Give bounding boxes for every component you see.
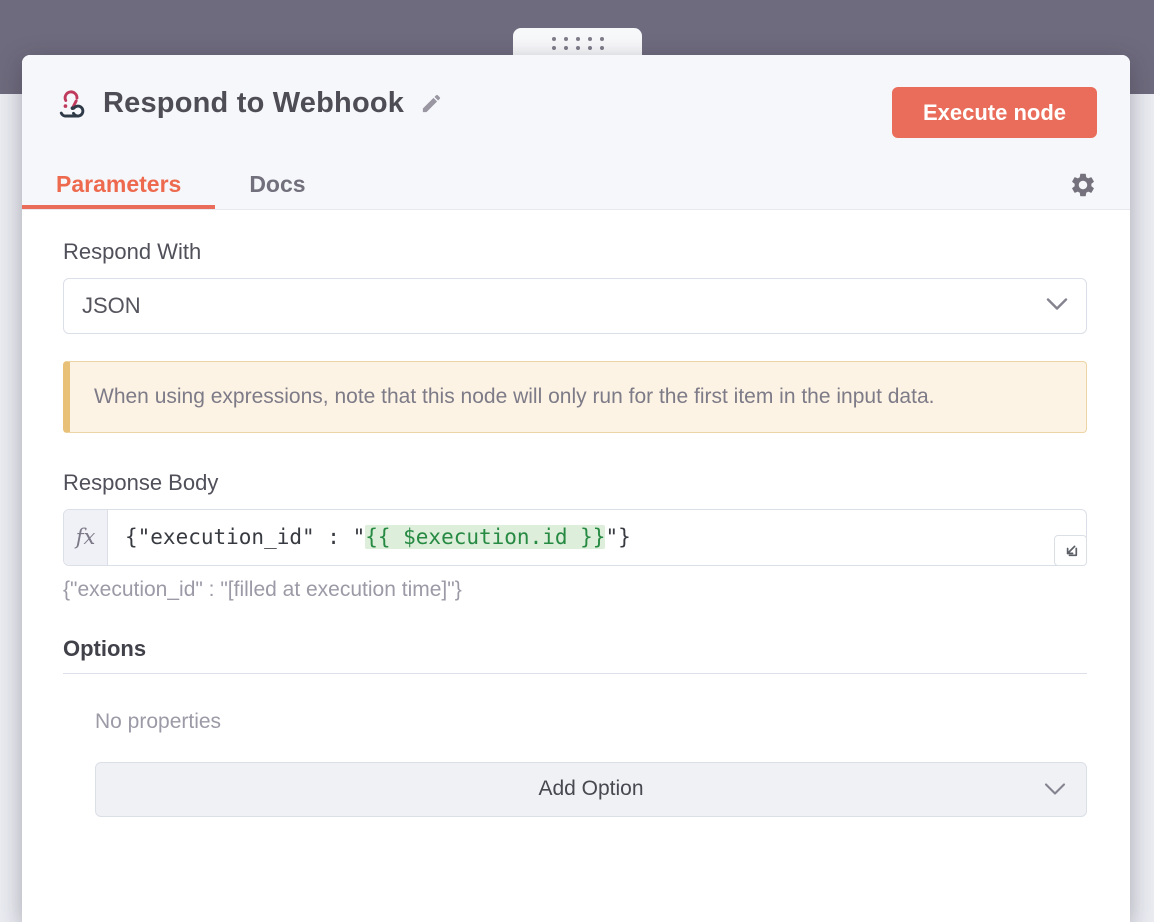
- node-title-row: Respond to Webhook: [55, 87, 444, 120]
- response-body-code[interactable]: {"execution_id" : "{{ $execution.id }}"}: [108, 510, 1086, 565]
- respond-with-value: JSON: [82, 293, 141, 319]
- options-heading: Options: [63, 636, 1087, 674]
- fx-badge: fx: [64, 510, 108, 565]
- tab-bar: Parameters Docs: [22, 159, 340, 209]
- expressions-notice: When using expressions, note that this n…: [63, 361, 1087, 433]
- node-settings-panel: Respond to Webhook Execute node Paramete…: [22, 55, 1130, 922]
- pencil-icon[interactable]: [420, 92, 444, 116]
- execute-node-button[interactable]: Execute node: [892, 87, 1097, 138]
- response-body-input[interactable]: fx {"execution_id" : "{{ $execution.id }…: [63, 509, 1087, 566]
- respond-with-label: Respond With: [63, 239, 1087, 265]
- expand-icon[interactable]: [1054, 535, 1087, 566]
- tab-docs[interactable]: Docs: [215, 159, 339, 209]
- webhook-icon: [55, 88, 89, 120]
- expression-highlight: {{ $execution.id }}: [365, 525, 605, 549]
- response-body-hint: {"execution_id" : "[filled at execution …: [63, 578, 1087, 602]
- drag-handle-dots: [552, 37, 604, 50]
- gear-icon[interactable]: [1069, 171, 1097, 199]
- panel-header: Respond to Webhook Execute node Paramete…: [22, 55, 1130, 210]
- chevron-down-icon: [1046, 297, 1068, 315]
- parameters-panel: Respond With JSON When using expressions…: [22, 210, 1130, 857]
- response-body-label: Response Body: [63, 470, 1087, 496]
- node-title: Respond to Webhook: [103, 87, 404, 120]
- options-empty-text: No properties: [95, 710, 1087, 734]
- chevron-down-icon: [1044, 777, 1066, 801]
- respond-with-select[interactable]: JSON: [63, 278, 1087, 334]
- tab-parameters[interactable]: Parameters: [22, 159, 215, 209]
- add-option-button[interactable]: Add Option: [95, 762, 1087, 817]
